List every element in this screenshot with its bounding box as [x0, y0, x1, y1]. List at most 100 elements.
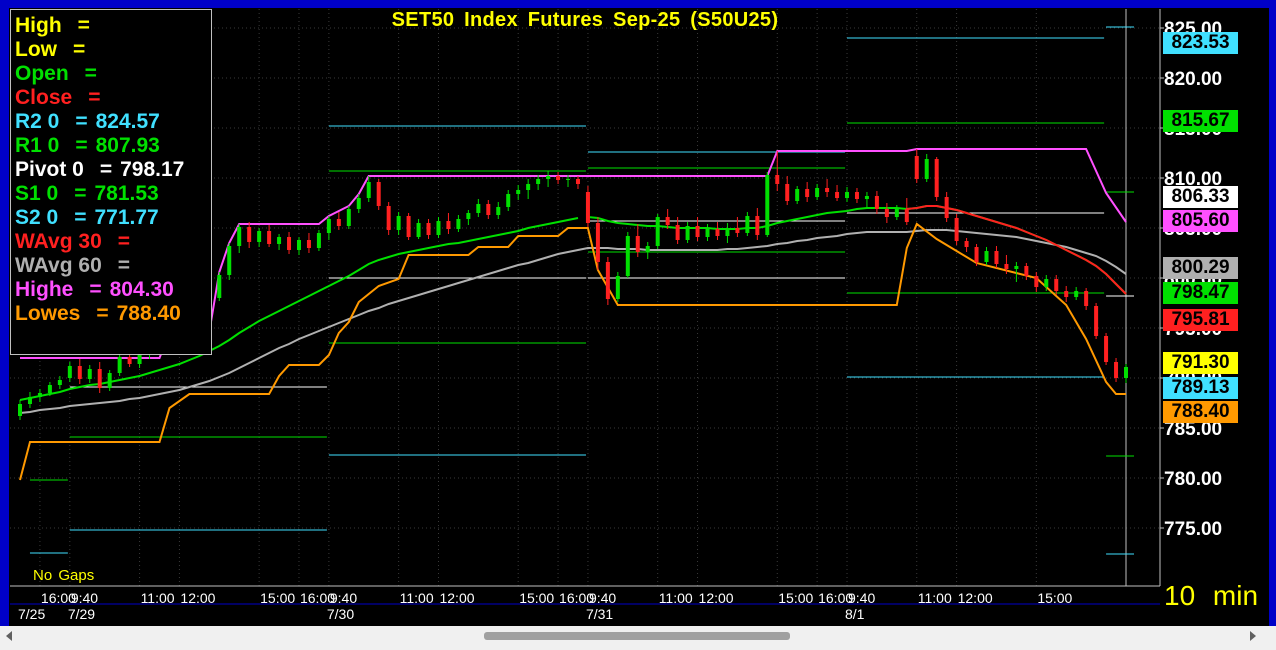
x-date-label: 7/29 [68, 606, 95, 622]
candle-body [416, 223, 421, 237]
candle-body [87, 369, 92, 379]
candle-body [386, 206, 391, 230]
candle-body [645, 246, 650, 252]
candle-body [566, 179, 571, 180]
legend-row: Open = [15, 62, 211, 86]
candle-body [745, 216, 750, 233]
legend-label: Lowes [15, 302, 81, 325]
y-tick-label: 820.00 [1164, 69, 1222, 90]
legend-label: R2 0 [15, 110, 60, 133]
legend-label: Open [15, 62, 69, 85]
candle-body [67, 366, 72, 378]
candle-body [755, 216, 760, 235]
legend-equals: = [74, 182, 87, 205]
candle-body [585, 192, 590, 223]
candle-body [526, 184, 531, 190]
candle-body [247, 227, 252, 242]
candle-body [426, 223, 431, 235]
candle-body [356, 198, 361, 209]
candle-body [466, 213, 471, 219]
legend-value: 788.40 [116, 302, 181, 325]
candle-body [685, 226, 690, 240]
legend-row: Pivot 0 = 798.17 [15, 158, 211, 182]
candle-body [1014, 266, 1019, 269]
legend-label: Pivot 0 [15, 158, 84, 181]
candle-body [815, 188, 820, 197]
legend-label: WAvg 60 [15, 254, 102, 277]
candle-body [456, 219, 461, 229]
y-tick-label: 780.00 [1164, 469, 1222, 490]
candle-body [665, 217, 670, 225]
x-date-label: 7/30 [327, 606, 354, 622]
candle-body [47, 385, 52, 393]
candle-body [1044, 279, 1049, 287]
legend-equals: = [75, 110, 88, 133]
legend-row: WAvg 60 = [15, 254, 211, 278]
candle-body [725, 228, 730, 236]
candle-body [615, 276, 620, 299]
candle-body [137, 355, 142, 364]
legend-value: 804.30 [109, 278, 174, 301]
candle-body [1054, 279, 1059, 291]
no-gaps-label: No Gaps [33, 567, 95, 584]
price-badge: 791.30 [1163, 352, 1238, 374]
scroll-left-arrow-icon[interactable] [6, 631, 12, 641]
candle-body [127, 357, 132, 364]
candle-body [944, 197, 949, 218]
candle-body [336, 219, 341, 226]
candle-body [625, 236, 630, 276]
price-badge: 789.13 [1163, 377, 1238, 399]
price-badge: 800.29 [1163, 257, 1238, 279]
candle-body [316, 233, 321, 248]
candle-body [914, 156, 919, 179]
candle-body [237, 227, 242, 246]
scroll-thumb[interactable] [484, 632, 790, 640]
legend-equals: = [84, 62, 97, 85]
candle-body [77, 366, 82, 379]
candle-body [1104, 336, 1109, 362]
candle-body [894, 209, 899, 217]
candle-body [954, 218, 959, 241]
candle-body [735, 228, 740, 233]
candle-body [964, 241, 969, 247]
candle-body [376, 182, 381, 206]
candle-body [546, 176, 551, 179]
legend-equals: = [89, 278, 102, 301]
candle-body [1024, 266, 1029, 276]
price-badge: 806.33 [1163, 186, 1238, 208]
candle-body [257, 231, 262, 242]
price-badge: 798.47 [1163, 282, 1238, 304]
candle-body [675, 225, 680, 240]
legend-row: S2 0 = 771.77 [15, 206, 211, 230]
legend-label: High [15, 14, 62, 37]
candle-body [396, 216, 401, 230]
candle-body [1114, 362, 1119, 378]
horizontal-scrollbar[interactable] [0, 626, 1276, 650]
scroll-right-arrow-icon[interactable] [1250, 631, 1256, 641]
candle-body [436, 221, 441, 235]
candle-body [904, 209, 909, 222]
legend-value: 781.53 [94, 182, 159, 205]
candle-body [845, 192, 850, 198]
candle-body [346, 209, 351, 226]
legend-value: 824.57 [95, 110, 160, 133]
candle-body [884, 209, 889, 217]
timeframe-label[interactable]: 10 min [1164, 580, 1258, 612]
legend-row: S1 0 = 781.53 [15, 182, 211, 206]
legend-label: R1 0 [15, 134, 60, 157]
candle-body [795, 189, 800, 201]
candle-body [97, 369, 102, 388]
candle-body [1094, 306, 1099, 336]
candle-body [695, 226, 700, 237]
candle-body [18, 404, 22, 416]
legend-value: 798.17 [120, 158, 185, 181]
candle-body [496, 207, 501, 215]
candle-body [306, 240, 311, 248]
candle-body [775, 175, 780, 184]
price-badge: 815.67 [1163, 110, 1238, 132]
x-date-label: 7/31 [586, 606, 613, 622]
candle-body [994, 251, 999, 264]
candle-body [575, 179, 580, 184]
legend-row: R2 0 = 824.57 [15, 110, 211, 134]
legend-row: Close = [15, 86, 211, 110]
